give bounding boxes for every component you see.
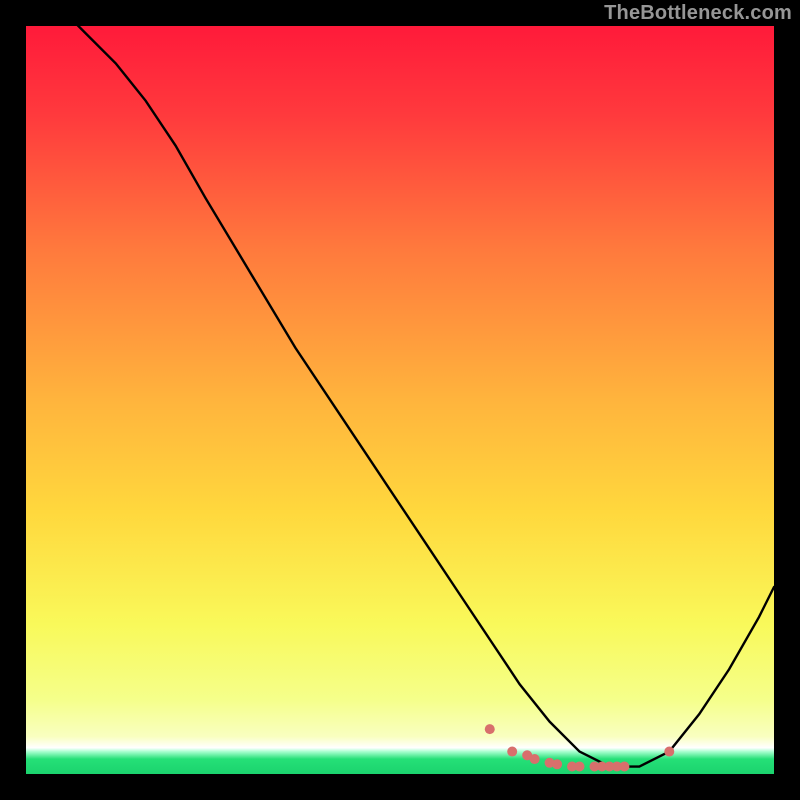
valley-marker: [485, 724, 495, 734]
valley-marker: [664, 747, 674, 757]
valley-marker: [507, 747, 517, 757]
valley-marker: [619, 762, 629, 772]
valley-marker: [530, 754, 540, 764]
valley-marker: [552, 759, 562, 769]
plot-area: [26, 26, 774, 774]
watermark-text: TheBottleneck.com: [604, 2, 792, 25]
chart-svg: [26, 26, 774, 774]
chart-container: TheBottleneck.com: [0, 0, 800, 800]
valley-marker: [575, 762, 585, 772]
gradient-rect: [26, 26, 774, 774]
